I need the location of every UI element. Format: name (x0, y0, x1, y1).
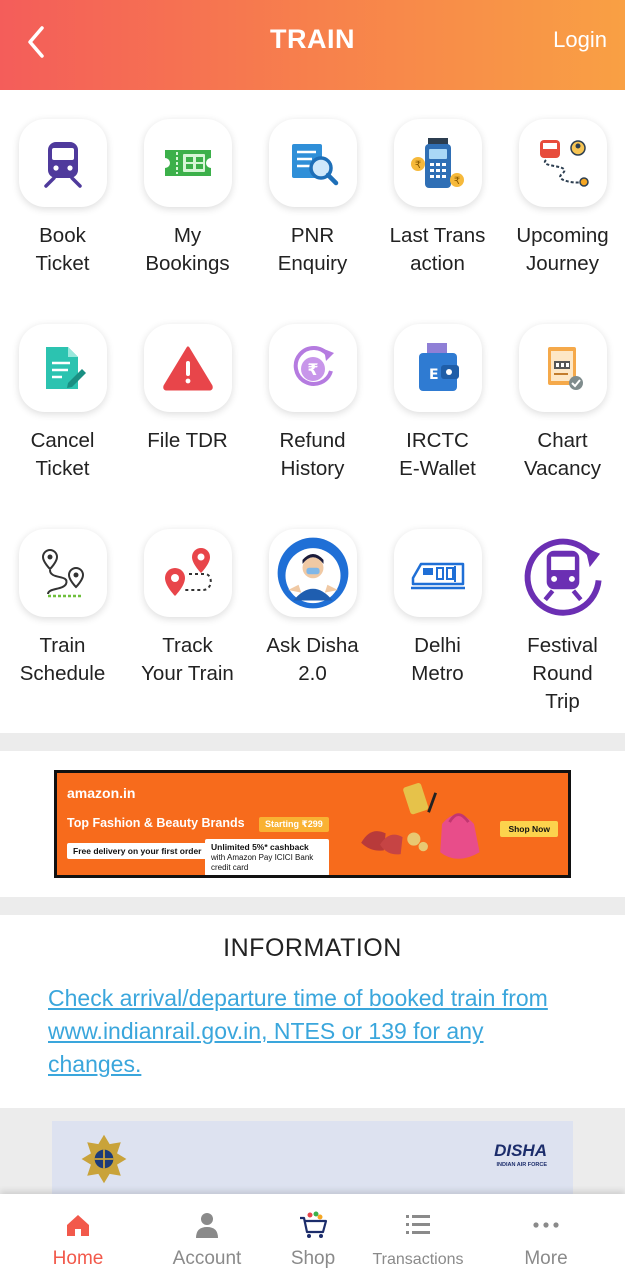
disha-brand: DISHA (494, 1141, 547, 1160)
payment-terminal-icon: ₹ ₹ (411, 138, 464, 188)
edit-document-icon (46, 347, 86, 389)
disha-assistant-icon (277, 537, 349, 609)
tile-label: Delhi Metro (411, 634, 464, 685)
section-divider (0, 733, 625, 751)
bottom-nav: Home Account Shop Transactions More (0, 1194, 625, 1280)
app-header: TRAIN Login (0, 0, 625, 90)
rupee-refund-icon: ₹ (293, 345, 334, 386)
warning-icon (163, 346, 213, 391)
chart-document-icon (548, 347, 583, 390)
ticket-icon (165, 150, 211, 176)
disha-subtitle: INDIAN AIR FORCE (496, 1162, 547, 1168)
nav-shop[interactable]: Shop (263, 1194, 363, 1280)
tile-label: My Bookings (145, 224, 230, 275)
nav-label: Transactions (372, 1251, 464, 1268)
ad-cashback: Unlimited 5%* cashback with Amazon Pay I… (205, 839, 329, 875)
journey-route-icon (540, 140, 589, 187)
tile-label: File TDR (147, 429, 228, 452)
ad-logo: amazon.in (67, 785, 136, 801)
cart-icon (300, 1211, 328, 1238)
route-pins-icon (41, 548, 85, 598)
tile-label: Track Your Train (141, 634, 234, 685)
wallet-icon: E (419, 343, 459, 391)
tile-label: Refund History (279, 429, 346, 480)
location-pins-icon (165, 548, 212, 596)
round-trip-train-icon (524, 538, 602, 616)
ad-shop-now-button[interactable]: Shop Now (500, 821, 558, 837)
ad-headline: Top Fashion & Beauty Brands (67, 816, 245, 830)
tile-label: Ask Disha 2.0 (266, 634, 359, 685)
tile-label: Festival Round Trip (527, 634, 598, 713)
svg-text:₹: ₹ (415, 160, 421, 171)
nav-home[interactable]: Home (28, 1194, 128, 1280)
tile-label: Cancel Ticket (30, 429, 95, 480)
nav-transactions[interactable]: Transactions (362, 1194, 474, 1280)
section-divider (0, 897, 625, 915)
nav-label: Shop (290, 1248, 336, 1269)
tile-label: PNR Enquiry (277, 224, 348, 275)
document-search-icon (292, 144, 339, 186)
metro-train-icon (411, 562, 465, 590)
tile-label: Train Schedule (19, 634, 106, 685)
air-force-emblem-icon (81, 1134, 127, 1184)
ad-cashback-sub: with Amazon Pay ICICI Bank credit card (211, 853, 314, 872)
more-dots-icon (533, 1222, 559, 1228)
svg-text:₹: ₹ (307, 360, 318, 379)
ad-banner[interactable]: amazon.in Top Fashion & Beauty Brands St… (54, 770, 571, 878)
information-link[interactable]: Check arrival/departure time of booked t… (48, 982, 578, 1081)
login-button[interactable]: Login (553, 27, 607, 53)
nav-account[interactable]: Account (157, 1194, 257, 1280)
service-grid: Book Ticket My Bookings PNR Enquiry ₹ ₹ … (0, 90, 625, 733)
home-icon (67, 1215, 89, 1236)
page-title: TRAIN (270, 24, 355, 54)
nav-label: More (524, 1248, 568, 1269)
ad-price-tag: Starting ₹299 (259, 817, 329, 832)
ad-free-delivery: Free delivery on your first order (67, 843, 208, 859)
information-title: INFORMATION (223, 934, 402, 962)
nav-label: Account (172, 1248, 242, 1269)
tile-label: Upcoming Journey (516, 224, 609, 275)
train-icon (44, 142, 82, 188)
ad-cashback-title: Unlimited 5%* cashback (211, 842, 309, 852)
nav-more[interactable]: More (496, 1194, 596, 1280)
svg-text:₹: ₹ (454, 176, 460, 187)
tile-label: Book Ticket (35, 224, 90, 275)
disha-banner[interactable]: DISHA INDIAN AIR FORCE (52, 1121, 573, 1197)
tile-label: Last Trans action (389, 224, 486, 275)
list-icon (406, 1215, 430, 1234)
nav-label: Home (52, 1248, 104, 1269)
svg-text:E: E (429, 367, 439, 383)
fashion-products-image (361, 783, 480, 859)
tile-label: IRCTC E-Wallet (399, 429, 476, 480)
person-icon (196, 1213, 218, 1238)
tile-label: Chart Vacancy (523, 429, 602, 480)
